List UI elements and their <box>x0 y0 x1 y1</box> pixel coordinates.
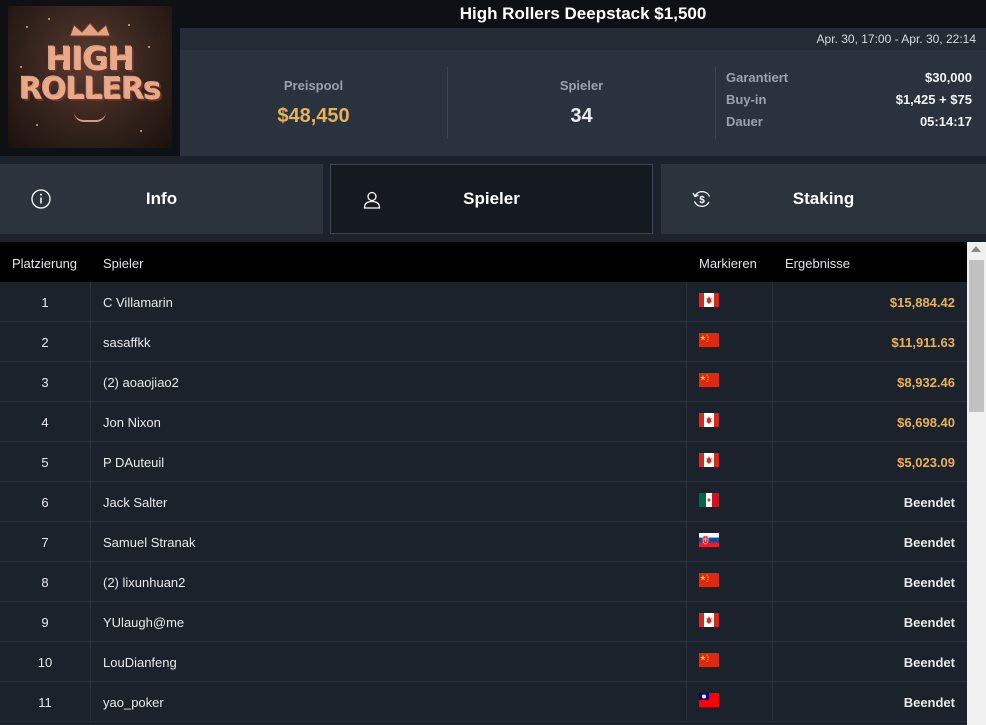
player-name-cell[interactable]: YUlaugh@me <box>103 615 184 630</box>
placement-cell: 1 <box>41 295 49 310</box>
tournament-logo: HIGH ROLLERs <box>0 0 180 156</box>
result-cell: Beendet <box>903 575 955 590</box>
table-row[interactable]: 11 yao_poker Beendet <box>0 682 967 722</box>
table-row[interactable]: 1 C Villamarin $15,884.42 <box>0 282 967 322</box>
date-row: Apr. 30, 17:00 - Apr. 30, 22:14 <box>180 28 986 50</box>
crown-icon <box>69 22 111 37</box>
prize-pool-stat: Preispool $48,450 <box>180 50 447 156</box>
table-row[interactable]: 5 P DAuteuil $5,023.09 <box>0 442 967 482</box>
table-row[interactable]: 7 Samuel Stranak Beendet <box>0 522 967 562</box>
info-icon <box>31 189 51 209</box>
table-row[interactable]: 8 (2) lixunhuan2 Beendet <box>0 562 967 602</box>
player-name-cell[interactable]: C Villamarin <box>103 295 173 310</box>
stat-divider <box>715 67 716 139</box>
table-row[interactable]: 10 LouDianfeng Beendet <box>0 642 967 682</box>
title-bar: High Rollers Deepstack $1,500 <box>180 0 986 28</box>
tab-staking[interactable]: $ Staking <box>661 164 986 234</box>
canada-flag-icon <box>699 413 719 427</box>
canada-flag-icon <box>699 613 719 627</box>
result-cell: Beendet <box>903 615 955 630</box>
table-row[interactable]: 9 YUlaugh@me Beendet <box>0 602 967 642</box>
detail-row-buyin: Buy-in $1,425 + $75 <box>726 92 972 114</box>
player-name-cell[interactable]: LouDianfeng <box>103 655 177 670</box>
placement-cell: 9 <box>41 615 49 630</box>
table-row[interactable]: 4 Jon Nixon $6,698.40 <box>0 402 967 442</box>
china-flag-icon <box>699 373 719 387</box>
prize-pool-label: Preispool <box>283 78 344 93</box>
svg-text:$: $ <box>699 195 705 206</box>
canada-flag-icon <box>699 453 719 467</box>
china-flag-icon <box>699 653 719 667</box>
tab-info[interactable]: Info <box>0 164 323 234</box>
high-rollers-logo-image: HIGH ROLLERs <box>8 6 172 148</box>
placement-cell: 5 <box>41 455 49 470</box>
detail-key: Dauer <box>726 114 763 129</box>
placement-cell: 6 <box>41 495 49 510</box>
players-stat: Spieler 34 <box>448 50 715 156</box>
canada-flag-icon <box>699 293 719 307</box>
player-name-cell[interactable]: P DAuteuil <box>103 455 164 470</box>
players-value: 34 <box>570 105 593 127</box>
placement-cell: 11 <box>38 695 52 710</box>
result-cell: $6,698.40 <box>897 415 955 430</box>
detail-value: $1,425 + $75 <box>895 92 972 107</box>
players-table: Platzierung Spieler Markieren Ergebnisse… <box>0 242 967 725</box>
result-cell: $11,911.63 <box>891 335 955 350</box>
tournament-title: High Rollers Deepstack $1,500 <box>459 4 707 23</box>
placement-cell: 7 <box>41 535 49 550</box>
tournament-dates: Apr. 30, 17:00 - Apr. 30, 22:14 <box>816 32 976 46</box>
logo-word-rollers: ROLLERs <box>19 72 161 107</box>
column-header-results[interactable]: Ergebnisse <box>785 256 850 271</box>
detail-row-duration: Dauer 05:14:17 <box>726 114 972 136</box>
detail-key: Buy-in <box>726 92 767 107</box>
table-row[interactable]: 2 sasaffkk $11,911.63 <box>0 322 967 362</box>
mexico-flag-icon <box>699 493 719 507</box>
player-name-cell[interactable]: (2) aoaojiao2 <box>103 375 179 390</box>
player-name-cell[interactable]: Jon Nixon <box>103 415 161 430</box>
player-name-cell[interactable]: Jack Salter <box>103 495 167 510</box>
result-cell: Beendet <box>903 695 955 710</box>
column-header-mark[interactable]: Markieren <box>699 256 757 271</box>
table-header: Platzierung Spieler Markieren Ergebnisse <box>0 242 967 282</box>
column-header-placement[interactable]: Platzierung <box>12 256 77 271</box>
detail-row-guaranteed: Garantiert $30,000 <box>726 70 972 92</box>
user-icon <box>363 191 381 209</box>
taiwan-flag-icon <box>699 693 719 707</box>
slovakia-flag-icon <box>699 533 719 547</box>
placement-cell: 3 <box>41 375 49 390</box>
detail-value: 05:14:17 <box>919 114 972 129</box>
detail-value: $30,000 <box>925 70 972 85</box>
scroll-up-arrow-icon[interactable] <box>971 246 981 252</box>
placement-cell: 10 <box>37 655 53 670</box>
player-name-cell[interactable]: (2) lixunhuan2 <box>103 575 185 590</box>
vertical-scrollbar[interactable] <box>967 242 986 725</box>
prize-pool-value: $48,450 <box>277 105 350 127</box>
table-body: 1 C Villamarin $15,884.42 2 sasaffkk $11,911.… <box>0 282 967 722</box>
result-cell: $8,932.46 <box>897 375 955 390</box>
china-flag-icon <box>699 333 719 347</box>
tab-bar: Info Spieler $ Staking <box>0 164 986 234</box>
placement-cell: 8 <box>41 575 49 590</box>
column-header-player[interactable]: Spieler <box>103 256 143 271</box>
player-name-cell[interactable]: Samuel Stranak <box>103 535 196 550</box>
result-cell: Beendet <box>903 535 955 550</box>
tournament-details: Garantiert $30,000 Buy-in $1,425 + $75 D… <box>726 70 972 136</box>
players-label: Spieler <box>559 78 604 93</box>
tab-players[interactable]: Spieler <box>330 164 653 234</box>
stats-panel: Preispool $48,450 Spieler 34 Garantiert … <box>180 50 986 156</box>
result-cell: Beendet <box>903 495 955 510</box>
result-cell: Beendet <box>903 655 955 670</box>
placement-cell: 2 <box>41 335 49 350</box>
result-cell: $15,884.42 <box>889 295 955 310</box>
table-row[interactable]: 6 Jack Salter Beendet <box>0 482 967 522</box>
china-flag-icon <box>699 573 719 587</box>
result-cell: $5,023.09 <box>897 455 955 470</box>
player-name-cell[interactable]: sasaffkk <box>103 335 150 350</box>
table-row[interactable]: 3 (2) aoaojiao2 $8,932.46 <box>0 362 967 402</box>
scrollbar-thumb[interactable] <box>969 260 984 412</box>
player-name-cell[interactable]: yao_poker <box>103 695 164 710</box>
detail-key: Garantiert <box>726 70 789 85</box>
dollar-refresh-icon: $ <box>692 190 711 208</box>
placement-cell: 4 <box>41 415 49 430</box>
